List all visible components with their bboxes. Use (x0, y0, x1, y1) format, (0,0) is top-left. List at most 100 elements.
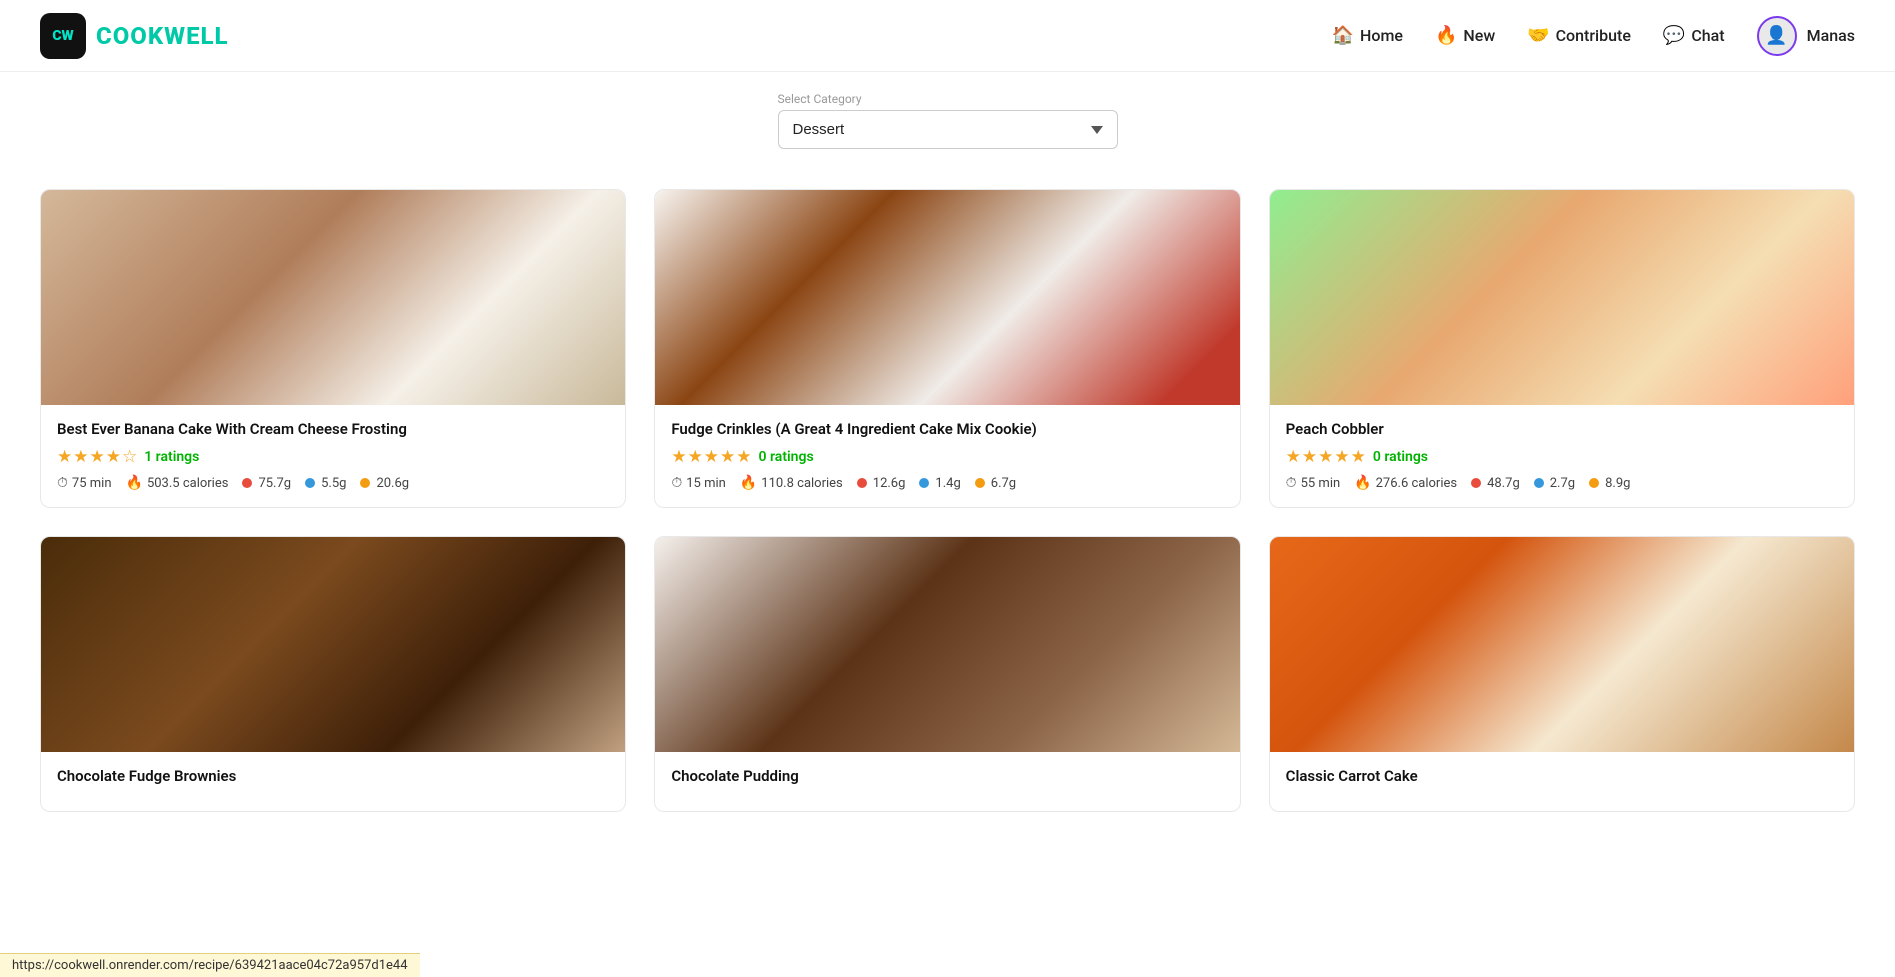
protein-dot (305, 478, 315, 488)
fat-dot (360, 478, 370, 488)
recipe-info-chocolate-bowl: Chocolate Pudding (655, 752, 1239, 810)
recipe-image-peach-cobbler (1270, 190, 1854, 405)
fire-icon: 🔥 (1354, 475, 1371, 491)
nav-new-label: New (1463, 26, 1495, 45)
stars: ★★★★☆ (57, 447, 138, 467)
macro2-value: 2.7g (1550, 476, 1575, 491)
time-meta: ⏱ 55 min (1286, 475, 1341, 491)
recipe-info-brownie: Chocolate Fudge Brownies (41, 752, 625, 810)
carb-dot (1471, 478, 1481, 488)
macro3-value: 20.6g (376, 476, 409, 491)
stars: ★★★★★ (671, 447, 752, 467)
protein-dot (1534, 478, 1544, 488)
recipe-image-brownie (41, 537, 625, 752)
recipe-card-carrot-cake[interactable]: Classic Carrot Cake (1269, 536, 1855, 811)
main-nav: 🏠 Home 🔥 New 🤝 Contribute 💬 Chat 👤 Manas (1332, 16, 1855, 56)
macro1-value: 48.7g (1487, 476, 1520, 491)
header: CW COOKWELL 🏠 Home 🔥 New 🤝 Contribute 💬 … (0, 0, 1895, 72)
nav-home[interactable]: 🏠 Home (1332, 25, 1403, 46)
protein-dot (919, 478, 929, 488)
recipe-title: Fudge Crinkles (A Great 4 Ingredient Cak… (671, 419, 1223, 439)
recipe-card-banana-cake[interactable]: Best Ever Banana Cake With Cream Cheese … (40, 189, 626, 508)
recipe-meta: ⏱ 55 min 🔥 276.6 calories 48.7g 2.7g (1286, 475, 1838, 491)
time-meta: ⏱ 75 min (57, 475, 112, 491)
time-value: 15 min (686, 476, 726, 491)
time-value: 75 min (72, 476, 112, 491)
macro1-meta: 48.7g (1471, 476, 1520, 491)
calories-value: 276.6 calories (1376, 476, 1458, 491)
rating-count: 1 ratings (144, 449, 199, 465)
recipe-title: Classic Carrot Cake (1286, 766, 1838, 786)
recipe-card-peach-cobbler[interactable]: Peach Cobbler ★★★★★ 0 ratings ⏱ 55 min 🔥… (1269, 189, 1855, 508)
recipe-info-crinkles: Fudge Crinkles (A Great 4 Ingredient Cak… (655, 405, 1239, 507)
recipe-meta: ⏱ 15 min 🔥 110.8 calories 12.6g 1.4g (671, 475, 1223, 491)
user-menu[interactable]: 👤 Manas (1757, 16, 1855, 56)
user-name: Manas (1807, 26, 1855, 45)
macro3-value: 6.7g (991, 476, 1016, 491)
timer-icon: ⏱ (1286, 475, 1297, 491)
recipe-grid: Best Ever Banana Cake With Cream Cheese … (40, 189, 1855, 812)
macro1-value: 75.7g (258, 476, 291, 491)
recipe-title: Peach Cobbler (1286, 419, 1838, 439)
nav-contribute-label: Contribute (1556, 26, 1631, 45)
recipe-info-peach-cobbler: Peach Cobbler ★★★★★ 0 ratings ⏱ 55 min 🔥… (1270, 405, 1854, 507)
rating-count: 0 ratings (1373, 449, 1428, 465)
nav-contribute[interactable]: 🤝 Contribute (1527, 25, 1631, 46)
nav-new[interactable]: 🔥 New (1435, 25, 1495, 46)
time-meta: ⏱ 15 min (671, 475, 726, 491)
recipe-rating: ★★★★★ 0 ratings (671, 447, 1223, 467)
rating-count: 0 ratings (759, 449, 814, 465)
calories-value: 503.5 calories (147, 476, 229, 491)
filter-area: Select Category All Breakfast Lunch Dinn… (0, 72, 1895, 159)
filter-label: Select Category (778, 92, 1118, 106)
recipe-rating: ★★★★☆ 1 ratings (57, 447, 609, 467)
new-icon: 🔥 (1435, 25, 1457, 46)
macro2-meta: 5.5g (305, 476, 346, 491)
recipe-card-brownie[interactable]: Chocolate Fudge Brownies (40, 536, 626, 811)
recipe-image-crinkles (655, 190, 1239, 405)
category-select[interactable]: All Breakfast Lunch Dinner Dessert Snack… (778, 110, 1118, 149)
logo-icon: CW (40, 13, 86, 59)
timer-icon: ⏱ (57, 475, 68, 491)
status-url: https://cookwell.onrender.com/recipe/639… (12, 958, 408, 973)
fat-dot (975, 478, 985, 488)
recipe-card-chocolate-bowl[interactable]: Chocolate Pudding (654, 536, 1240, 811)
recipe-grid-wrapper: Best Ever Banana Cake With Cream Cheese … (0, 159, 1895, 852)
logo-text: COOKWELL (96, 22, 229, 50)
time-value: 55 min (1301, 476, 1341, 491)
contribute-icon: 🤝 (1527, 25, 1549, 46)
macro2-value: 5.5g (321, 476, 346, 491)
calories-value: 110.8 calories (761, 476, 843, 491)
nav-home-label: Home (1360, 26, 1403, 45)
calories-meta: 🔥 276.6 calories (1354, 475, 1457, 491)
recipe-image-banana-cake (41, 190, 625, 405)
calories-meta: 🔥 503.5 calories (126, 475, 229, 491)
recipe-title: Chocolate Pudding (671, 766, 1223, 786)
nav-chat[interactable]: 💬 Chat (1663, 25, 1725, 46)
macro2-meta: 1.4g (919, 476, 960, 491)
macro1-meta: 75.7g (242, 476, 291, 491)
fat-dot (1589, 478, 1599, 488)
fire-icon: 🔥 (126, 475, 143, 491)
status-bar: https://cookwell.onrender.com/recipe/639… (0, 953, 420, 977)
recipe-image-chocolate-bowl (655, 537, 1239, 752)
recipe-meta: ⏱ 75 min 🔥 503.5 calories 75.7g 5.5g (57, 475, 609, 491)
home-icon: 🏠 (1332, 25, 1354, 46)
logo-area[interactable]: CW COOKWELL (40, 13, 229, 59)
macro3-meta: 20.6g (360, 476, 409, 491)
carb-dot (857, 478, 867, 488)
macro2-value: 1.4g (935, 476, 960, 491)
calories-meta: 🔥 110.8 calories (740, 475, 843, 491)
recipe-rating: ★★★★★ 0 ratings (1286, 447, 1838, 467)
category-filter-group: Select Category All Breakfast Lunch Dinn… (778, 92, 1118, 149)
chat-icon: 💬 (1663, 25, 1685, 46)
recipe-card-fudge-crinkles[interactable]: Fudge Crinkles (A Great 4 Ingredient Cak… (654, 189, 1240, 508)
macro3-value: 8.9g (1605, 476, 1630, 491)
macro1-meta: 12.6g (857, 476, 906, 491)
nav-chat-label: Chat (1691, 26, 1724, 45)
macro2-meta: 2.7g (1534, 476, 1575, 491)
macro1-value: 12.6g (873, 476, 906, 491)
recipe-title: Chocolate Fudge Brownies (57, 766, 609, 786)
macro3-meta: 6.7g (975, 476, 1016, 491)
stars: ★★★★★ (1286, 447, 1367, 467)
